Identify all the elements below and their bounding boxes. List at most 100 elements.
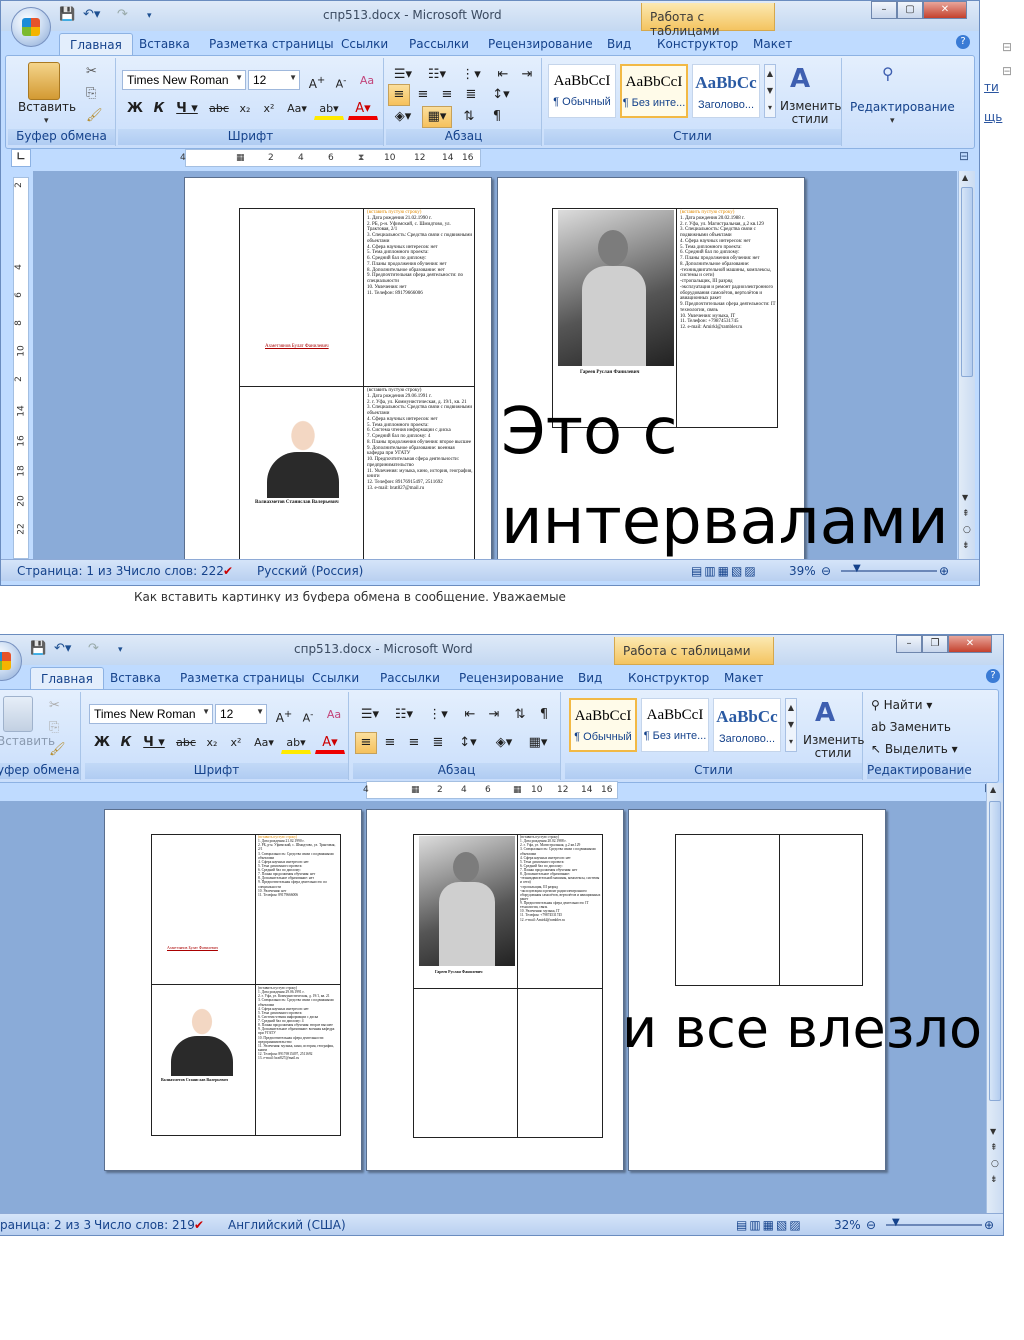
show-marks-icon[interactable]: ¶ <box>486 106 508 128</box>
view-buttons[interactable]: ▤▥▦▧▨ <box>736 1218 803 1232</box>
justify-icon[interactable]: ≣ <box>427 732 449 754</box>
grow-font-icon[interactable]: A+ <box>306 70 328 92</box>
view-buttons[interactable]: ▤▥▦▧▨ <box>691 564 758 578</box>
align-center-icon[interactable]: ≡ <box>379 732 401 754</box>
clear-format-icon[interactable]: Aa <box>323 704 345 726</box>
italic-button[interactable]: К <box>115 732 137 754</box>
clear-format-icon[interactable]: Aa <box>356 70 378 92</box>
maximize-icon[interactable]: ▢ <box>897 1 923 19</box>
increase-indent-icon[interactable]: ⇥ <box>516 64 538 86</box>
font-name-combo[interactable]: Times New Roman ▼ <box>122 70 246 90</box>
proofing-icon[interactable]: ✔ <box>223 564 233 578</box>
style-no-spacing[interactable]: AaBbCcI ¶ Без инте... <box>620 64 688 118</box>
tab-table-design[interactable]: Конструктор <box>657 37 738 51</box>
page-indicator[interactable]: Страница: 1 из 3 <box>17 564 123 578</box>
tab-review[interactable]: Рецензирование <box>459 671 564 685</box>
restore-icon[interactable]: ❐ <box>922 635 948 653</box>
decrease-indent-icon[interactable]: ⇤ <box>459 704 481 726</box>
select-button[interactable]: ↖ Выделить ▾ <box>871 742 958 756</box>
scroll-down-icon[interactable]: ▼ <box>990 1127 996 1136</box>
align-left-icon[interactable]: ≡ <box>355 732 377 754</box>
style-normal[interactable]: AaBbCcI ¶ Обычный <box>548 64 616 118</box>
zoom-thumb[interactable]: ▼ <box>853 563 861 574</box>
tab-mailings[interactable]: Рассылки <box>380 671 440 685</box>
change-styles-icon[interactable]: A <box>790 64 810 94</box>
tab-mailings[interactable]: Рассылки <box>409 37 469 51</box>
align-right-icon[interactable]: ≡ <box>403 732 425 754</box>
vertical-ruler[interactable]: 2 4 6 8 10 2 14 16 18 20 22 <box>13 177 29 559</box>
find-button[interactable]: ⚲ Найти ▾ <box>871 698 932 712</box>
save-icon[interactable]: 💾 <box>30 641 46 656</box>
justify-icon[interactable]: ≣ <box>460 84 482 106</box>
next-page-icon[interactable]: ⇟ <box>990 1175 998 1185</box>
styles-scroll[interactable]: ▲ ▼ ▾ <box>785 698 797 752</box>
tab-view[interactable]: Вид <box>578 671 602 685</box>
ruler-indent-marker[interactable]: ⧗ <box>358 153 364 163</box>
proofing-icon[interactable]: ✔ <box>194 1218 204 1232</box>
paste-dropdown-icon[interactable]: ▾ <box>44 116 49 126</box>
align-left-icon[interactable]: ≡ <box>388 84 410 106</box>
horizontal-ruler[interactable]: 4 ▦ 2 4 6 ⧗ 10 12 14 16 <box>180 149 481 167</box>
next-page-icon[interactable]: ⇟ <box>962 541 970 551</box>
grow-font-icon[interactable]: A+ <box>273 704 295 726</box>
cut-icon[interactable]: ✂ <box>86 64 97 79</box>
italic-button[interactable]: К <box>148 98 170 120</box>
superscript-button[interactable]: x² <box>258 98 280 120</box>
align-center-icon[interactable]: ≡ <box>412 84 434 106</box>
zoom-in-icon[interactable]: ⊕ <box>939 564 949 578</box>
zoom-in-icon[interactable]: ⊕ <box>984 1218 994 1232</box>
multilevel-list-icon[interactable]: ⋮▾ <box>423 704 453 726</box>
borders-icon[interactable]: ▦▾ <box>523 732 553 754</box>
tab-view[interactable]: Вид <box>607 37 631 51</box>
subscript-button[interactable]: x₂ <box>234 98 256 120</box>
scroll-up-icon[interactable]: ▲ <box>990 785 996 794</box>
font-name-combo[interactable]: Times New Roman ▼ <box>89 704 213 724</box>
sort-icon[interactable]: ⇅ <box>458 106 480 128</box>
zoom-thumb[interactable]: ▼ <box>892 1217 900 1228</box>
prev-page-icon[interactable]: ⇞ <box>990 1143 998 1153</box>
copy-icon[interactable]: ⎘ <box>49 720 59 735</box>
close-icon[interactable]: ✕ <box>923 1 967 19</box>
horizontal-ruler[interactable]: 4 ▦ 2 4 6 ▦ 10 12 14 16 <box>363 781 618 799</box>
underline-button[interactable]: Ч ▾ <box>139 732 169 754</box>
prev-page-icon[interactable]: ⇞ <box>962 509 970 519</box>
tab-home[interactable]: Главная <box>59 33 133 56</box>
bold-button[interactable]: Ж <box>124 98 146 120</box>
styles-scroll[interactable]: ▲ ▼ ▾ <box>764 64 776 118</box>
close-icon[interactable]: ✕ <box>948 635 992 653</box>
style-normal[interactable]: AaBbCcI ¶ Обычный <box>569 698 637 752</box>
replace-button[interactable]: ab Заменить <box>871 720 951 734</box>
change-case-button[interactable]: Aa▾ <box>282 98 312 120</box>
zoom-out-icon[interactable]: ⊖ <box>821 564 831 578</box>
paste-button[interactable]: Вставить <box>0 734 55 748</box>
font-size-combo[interactable]: 12 ▼ <box>248 70 300 90</box>
shrink-font-icon[interactable]: A- <box>330 70 352 92</box>
qat-customize-icon[interactable]: ▾ <box>118 645 123 655</box>
change-styles-icon[interactable]: A <box>815 698 835 728</box>
show-marks-icon[interactable]: ¶ <box>533 704 555 726</box>
copy-icon[interactable]: ⎘ <box>86 86 96 101</box>
minimize-icon[interactable]: – <box>871 1 897 19</box>
bullets-icon[interactable]: ☰▾ <box>355 704 385 726</box>
tab-table-layout[interactable]: Макет <box>724 671 763 685</box>
save-icon[interactable]: 💾 <box>59 7 75 22</box>
highlight-icon[interactable]: ab▾ <box>314 98 344 120</box>
sort-icon[interactable]: ⇅ <box>509 704 531 726</box>
page-indicator[interactable]: раница: 2 из 3 <box>0 1218 91 1232</box>
underline-button[interactable]: Ч ▾ <box>172 98 202 120</box>
change-styles-button[interactable]: Изменить стили <box>803 734 865 760</box>
vertical-scrollbar[interactable]: ▲ ▼ ⇞ ○ ⇟ <box>958 171 975 559</box>
paste-icon[interactable] <box>3 696 33 732</box>
tab-insert[interactable]: Вставка <box>110 671 161 685</box>
style-heading[interactable]: AaBbCc Заголово... <box>692 64 760 118</box>
scroll-thumb[interactable] <box>989 801 1001 1101</box>
zoom-level[interactable]: 39% <box>789 564 816 578</box>
tab-home[interactable]: Главная <box>30 667 104 690</box>
undo-icon[interactable]: ↶▾ <box>54 641 71 656</box>
tab-insert[interactable]: Вставка <box>139 37 190 51</box>
tab-page-layout[interactable]: Разметка страницы <box>209 37 334 51</box>
scroll-up-icon[interactable]: ▲ <box>962 173 968 182</box>
numbering-icon[interactable]: ☷▾ <box>422 64 452 86</box>
word-count[interactable]: Число слов: 219 <box>94 1218 195 1232</box>
undo-icon[interactable]: ↶▾ <box>83 7 100 22</box>
